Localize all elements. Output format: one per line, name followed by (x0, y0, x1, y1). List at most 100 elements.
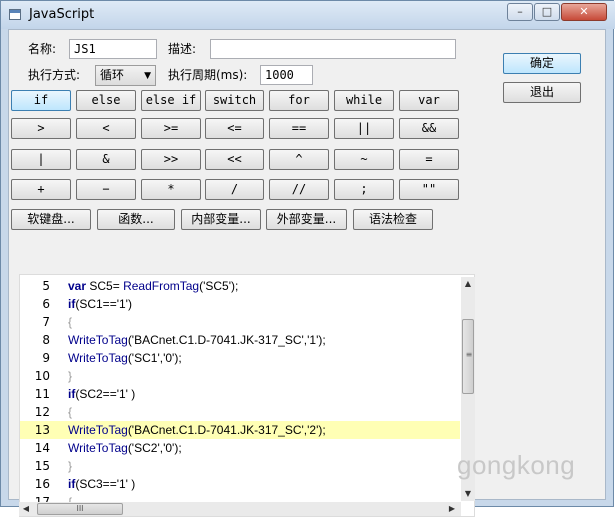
code-token: ReadFromTag (123, 279, 200, 293)
code-token: WriteToTag (68, 351, 128, 365)
execution-mode-value: 循环 (100, 68, 125, 82)
window-title: JavaScript (29, 7, 95, 22)
keyword-button-4[interactable]: switch (205, 90, 264, 111)
horizontal-scroll-thumb[interactable]: III (37, 503, 123, 515)
code-token: { (68, 315, 73, 329)
execution-mode-select[interactable]: 循环 ▼ (95, 65, 156, 86)
code-line[interactable]: 11 if(SC2=='1' ) (20, 385, 460, 403)
code-line[interactable]: 14 WriteToTag('SC2','0'); (20, 439, 460, 457)
scroll-down-icon[interactable]: ▼ (461, 487, 475, 501)
operator-button-1[interactable]: | (11, 149, 71, 170)
line-number: 15 (34, 459, 50, 473)
keyword-button-5[interactable]: for (269, 90, 329, 111)
operator-button-5[interactable]: == (269, 118, 329, 139)
description-field[interactable] (210, 39, 456, 59)
code-token: SC5= (86, 279, 124, 293)
operator-button-2[interactable]: − (76, 179, 136, 200)
operator-button-3[interactable]: * (141, 179, 201, 200)
code-token: WriteToTag (68, 441, 128, 455)
exit-button[interactable]: 退出 (503, 82, 581, 103)
maximize-button[interactable]: □ (534, 3, 560, 21)
line-number: 12 (34, 405, 50, 419)
code-line[interactable]: 15} (20, 457, 460, 475)
operator-button-6[interactable]: || (334, 118, 394, 139)
code-editor[interactable]: 5 var SC5= ReadFromTag('SC5'); 6 if(SC1=='1… (19, 274, 475, 517)
tool-button-4[interactable]: 外部变量... (266, 209, 347, 230)
code-line[interactable]: 5 var SC5= ReadFromTag('SC5'); (20, 277, 460, 295)
ok-button[interactable]: 确定 (503, 53, 581, 74)
operator-button-4[interactable]: <= (205, 118, 264, 139)
operator-button-2[interactable]: < (76, 118, 136, 139)
keyword-button-6[interactable]: while (334, 90, 394, 111)
operator-button-2[interactable]: & (76, 149, 136, 170)
tool-button-5[interactable]: 语法检查 (353, 209, 433, 230)
code-text: } (68, 457, 72, 475)
operator-button-5[interactable]: // (269, 179, 329, 200)
code-line[interactable]: 16 if(SC3=='1' ) (20, 475, 460, 493)
operator-button-7[interactable]: && (399, 118, 459, 139)
execution-mode-label: 执行方式: (28, 68, 81, 82)
execution-period-field[interactable]: 1000 (260, 65, 313, 85)
code-token: (SC2=='1' ) (75, 387, 136, 401)
javascript-dialog-window: JavaScript – □ ✕ 名称: JS1 描述: 执行方式: 循环 ▼ … (0, 0, 615, 517)
line-number: 9 (42, 351, 50, 365)
line-number: 16 (34, 477, 50, 491)
operator-button-4[interactable]: / (205, 179, 264, 200)
line-number: 7 (42, 315, 50, 329)
code-token: WriteToTag (68, 333, 128, 347)
line-number: 8 (42, 333, 50, 347)
line-number: 10 (34, 369, 50, 383)
code-line[interactable]: 9 WriteToTag('SC1','0'); (20, 349, 460, 367)
keyword-button-1[interactable]: if (11, 90, 71, 111)
operator-button-4[interactable]: << (205, 149, 264, 170)
operator-button-3[interactable]: >= (141, 118, 201, 139)
title-bar[interactable]: JavaScript – □ ✕ (1, 1, 615, 29)
chevron-down-icon: ▼ (144, 71, 151, 81)
name-label: 名称: (28, 42, 57, 56)
tool-button-1[interactable]: 软键盘... (11, 209, 91, 230)
close-button[interactable]: ✕ (561, 3, 607, 21)
code-line[interactable]: 12 { (20, 403, 460, 421)
tool-button-3[interactable]: 内部变量... (181, 209, 261, 230)
code-text: if(SC1=='1') (68, 295, 132, 313)
code-line[interactable]: 6 if(SC1=='1') (20, 295, 460, 313)
operator-button-5[interactable]: ^ (269, 149, 329, 170)
dialog-client-area: 名称: JS1 描述: 执行方式: 循环 ▼ 执行周期(ms): 1000 确定… (8, 29, 606, 517)
line-number: 6 (42, 297, 50, 311)
tool-button-2[interactable]: 函数... (97, 209, 175, 230)
scroll-left-icon[interactable]: ◀ (19, 502, 33, 516)
keyword-button-2[interactable]: else (76, 90, 136, 111)
code-line[interactable]: 8 WriteToTag('BACnet.C1.D-7041.JK-317_SC'… (20, 331, 460, 349)
horizontal-scrollbar[interactable]: ◀ III ▶ (19, 502, 461, 516)
name-field[interactable]: JS1 (69, 39, 157, 59)
keyword-button-7[interactable]: var (399, 90, 459, 111)
operator-button-7[interactable]: "" (399, 179, 459, 200)
minimize-button[interactable]: – (507, 3, 533, 21)
code-line[interactable]: 10} (20, 367, 460, 385)
code-text: WriteToTag('SC1','0'); (68, 349, 182, 367)
vertical-scroll-thumb[interactable]: ≡ (462, 319, 474, 394)
code-text: WriteToTag('SC2','0'); (68, 439, 182, 457)
code-text: { (68, 403, 72, 421)
line-number: 13 (34, 423, 50, 437)
code-token: ('BACnet.C1.D-7041.JK-317_SC','1'); (127, 333, 326, 347)
operator-button-3[interactable]: >> (141, 149, 201, 170)
operator-button-1[interactable]: > (11, 118, 71, 139)
code-text: if(SC2=='1' ) (68, 385, 135, 403)
code-line[interactable]: 7{ (20, 313, 460, 331)
code-token: ('SC2','0'); (127, 441, 182, 455)
keyword-button-3[interactable]: else if (141, 90, 201, 111)
operator-button-6[interactable]: ; (334, 179, 394, 200)
code-text: } (68, 367, 72, 385)
watermark-text: gongkong (457, 450, 576, 480)
scroll-up-icon[interactable]: ▲ (461, 277, 475, 291)
operator-button-6[interactable]: ~ (334, 149, 394, 170)
operator-button-7[interactable]: = (399, 149, 459, 170)
scroll-right-icon[interactable]: ▶ (445, 502, 459, 516)
code-token: WriteToTag (68, 423, 128, 437)
operator-button-1[interactable]: + (11, 179, 71, 200)
code-line[interactable]: 13 WriteToTag('BACnet.C1.D-7041.JK-317_SC… (20, 421, 460, 439)
code-token: } (68, 369, 73, 383)
code-token: ('SC5'); (199, 279, 239, 293)
code-token: var (68, 279, 87, 293)
